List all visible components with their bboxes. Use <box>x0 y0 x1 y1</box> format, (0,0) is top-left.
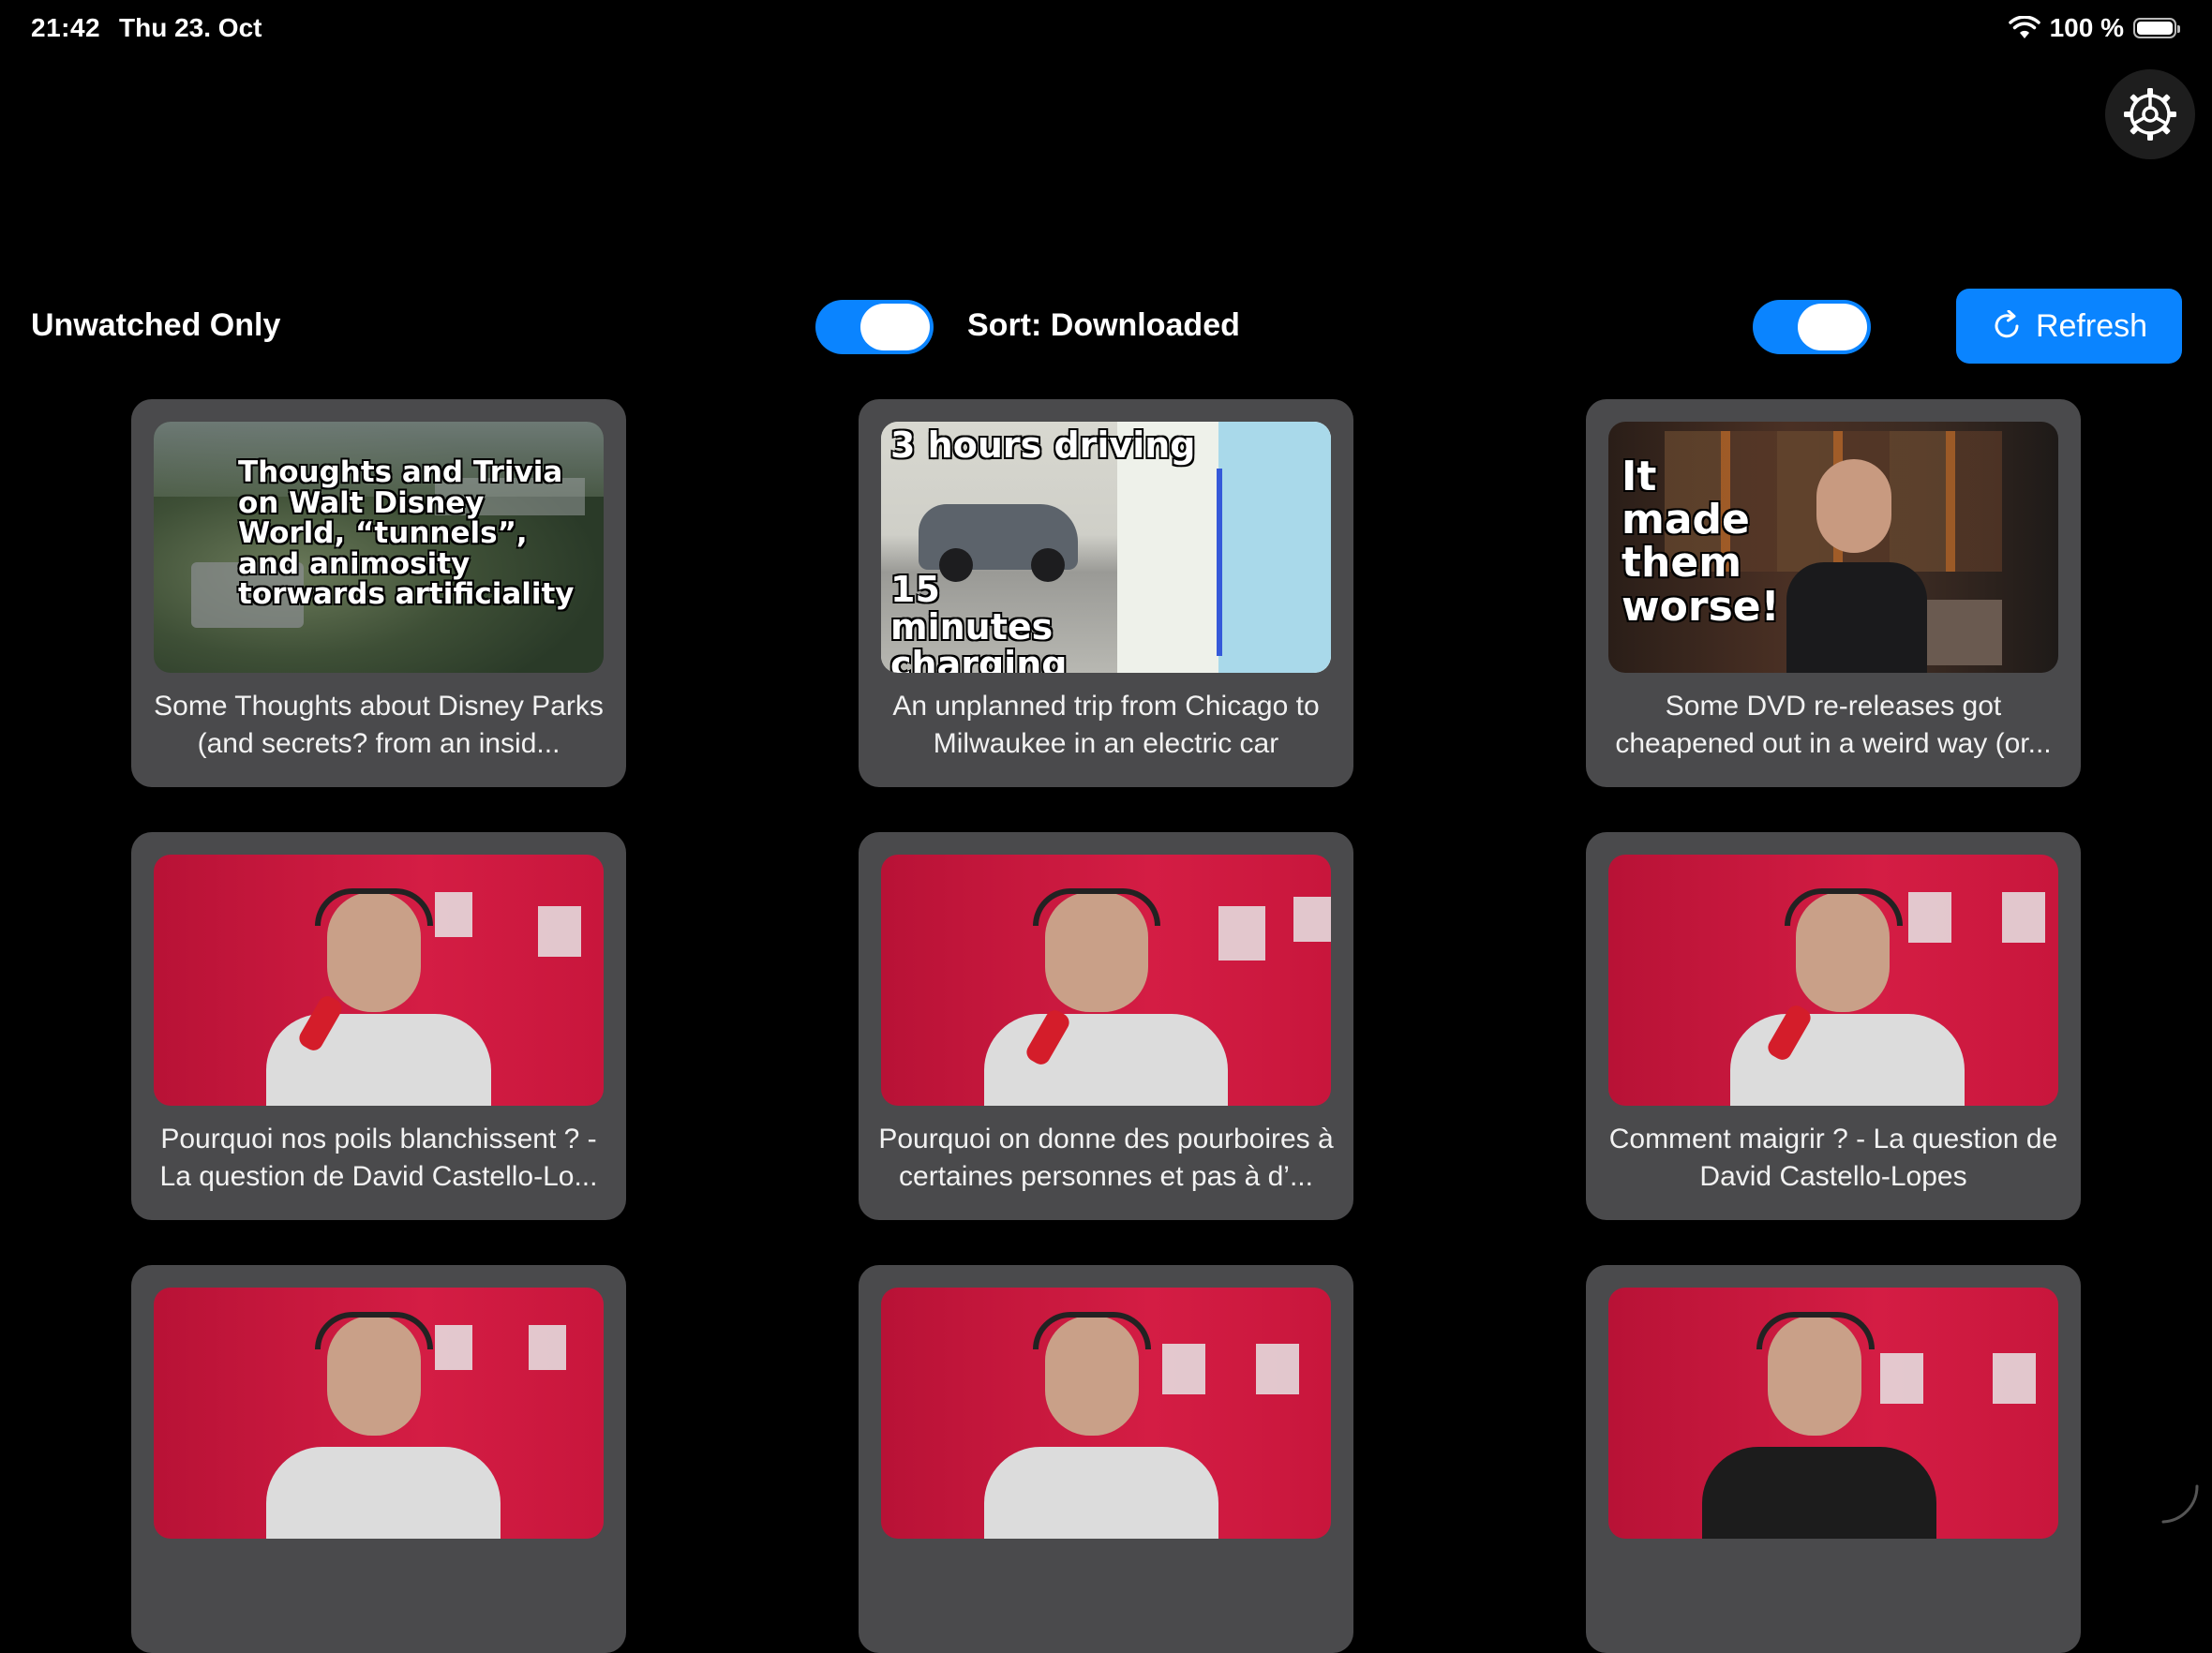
video-title: An unplanned trip from Chicago to Milwau… <box>892 691 1320 759</box>
video-card[interactable] <box>1586 1265 2081 1653</box>
thumbnail-caption-top: 3 hours driving <box>890 424 1196 466</box>
video-card[interactable]: Comment maigrir ? - La question de David… <box>1586 832 2081 1220</box>
video-thumbnail: Thoughts and Trivia on Walt Disney World… <box>154 422 604 673</box>
thumbnail-caption: Thoughts and Trivia on Walt Disney World… <box>238 455 575 612</box>
video-thumbnail: 3 hours driving 15 minutes charging <box>881 422 1331 673</box>
video-title: Pourquoi on donne des pourboires à certa… <box>878 1124 1334 1192</box>
loading-spinner-icon <box>2161 1484 2199 1524</box>
video-thumbnail <box>1608 855 2058 1106</box>
video-card[interactable]: Pourquoi on donne des pourboires à certa… <box>859 832 1353 1220</box>
video-title: Some Thoughts about Disney Parks (and se… <box>154 691 604 759</box>
video-card[interactable]: Thoughts and Trivia on Walt Disney World… <box>131 399 626 787</box>
video-thumbnail <box>881 855 1331 1106</box>
video-card[interactable] <box>859 1265 1353 1653</box>
video-card[interactable]: 3 hours driving 15 minutes charging An u… <box>859 399 1353 787</box>
video-title: Comment maigrir ? - La question de David… <box>1608 1124 2058 1192</box>
video-card[interactable]: Pourquoi nos poils blanchissent ? - La q… <box>131 832 626 1220</box>
video-thumbnail <box>881 1288 1331 1539</box>
video-thumbnail: It made them worse! <box>1608 422 2058 673</box>
video-thumbnail <box>154 855 604 1106</box>
video-title: Pourquoi nos poils blanchissent ? - La q… <box>159 1124 598 1192</box>
video-card[interactable]: It made them worse! Some DVD re-releases… <box>1586 399 2081 787</box>
video-card[interactable] <box>131 1265 626 1653</box>
video-thumbnail <box>154 1288 604 1539</box>
thumbnail-caption-bottom: 15 minutes charging <box>890 569 1068 673</box>
video-title: Some DVD re-releases got cheapened out i… <box>1615 691 2052 759</box>
video-thumbnail <box>1608 1288 2058 1539</box>
thumbnail-caption: It made them worse! <box>1622 453 1780 631</box>
video-grid: Thoughts and Trivia on Walt Disney World… <box>0 0 2212 1653</box>
